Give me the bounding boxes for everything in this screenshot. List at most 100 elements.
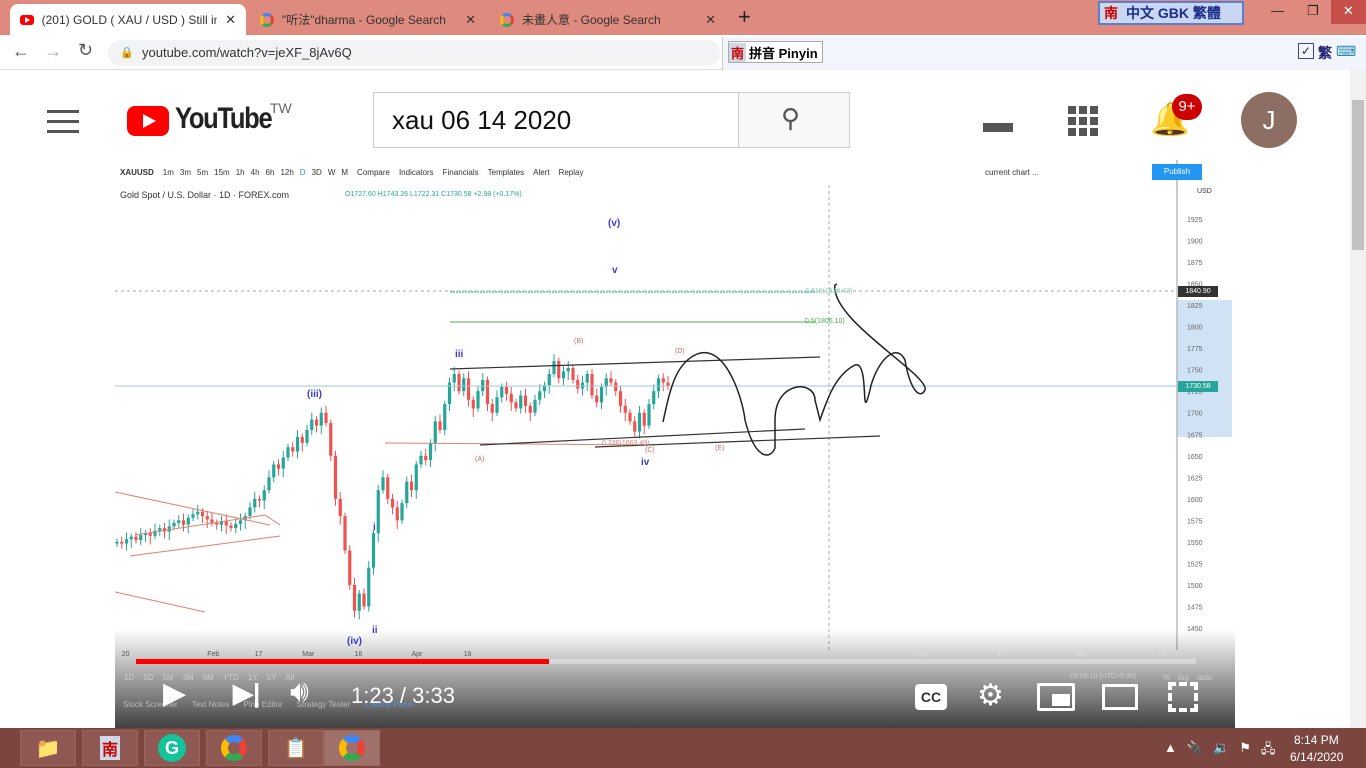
url-field[interactable]: 🔒 youtube.com/watch?v=jeXF_8jAv6Q (108, 40, 720, 66)
region-code: TW (270, 100, 292, 116)
wave-label: ii (372, 625, 378, 636)
y-tick: 1650 (1187, 454, 1203, 461)
forward-icon[interactable]: → (44, 41, 62, 62)
tv-scale-options: % log auto (1163, 673, 1212, 682)
taskbar-chrome-2[interactable] (206, 730, 262, 766)
taskbar-ime[interactable]: 南 (82, 730, 138, 766)
range-6M[interactable]: 6M (203, 673, 214, 682)
interval-4h[interactable]: 4h (251, 168, 260, 177)
scale-auto[interactable]: auto (1197, 673, 1213, 682)
tv-symbol[interactable]: XAUUSD (120, 168, 154, 177)
x-tick: 20 (121, 651, 130, 658)
close-tab-icon[interactable]: ✕ (705, 12, 716, 28)
interval-1h[interactable]: 1h (236, 168, 245, 177)
interval-M[interactable]: M (341, 168, 348, 177)
tab-google-1[interactable]: "听法"dharma - Google Search ✕ (250, 4, 486, 35)
action-center-flag-icon[interactable]: ⚑ (1239, 740, 1251, 762)
network-icon[interactable]: 🖧 (1261, 740, 1276, 762)
candle-body (504, 386, 509, 394)
interval-6h[interactable]: 6h (266, 168, 275, 177)
tv-replay[interactable]: Replay (559, 168, 584, 177)
ime-mode-label: 中文 GBK 繁體 (1126, 5, 1221, 21)
candle-body (205, 516, 209, 520)
close-window-button[interactable]: ✕ (1330, 0, 1366, 24)
candle-body (291, 447, 295, 452)
account-avatar[interactable]: J (1241, 92, 1297, 148)
traditional-toggle[interactable]: 繁 (1318, 43, 1332, 63)
taskbar-explorer[interactable]: 📁 (20, 730, 76, 766)
range-5D[interactable]: 5D (143, 673, 153, 682)
youtube-logo-icon[interactable] (127, 106, 169, 136)
candle-body (186, 517, 190, 525)
wave-label: iii (455, 349, 464, 360)
tv-financials[interactable]: Financials (443, 168, 479, 177)
volume-tray-icon[interactable]: 🔉 (1213, 740, 1229, 762)
scale-log[interactable]: log (1178, 673, 1189, 682)
taskbar-grammarly[interactable]: G (144, 730, 200, 766)
time-display: 1:23 / 3:33 (351, 683, 455, 708)
restore-button[interactable]: ❐ (1295, 0, 1330, 24)
captions-button[interactable]: CC (915, 684, 947, 710)
ime-logo: 南 (729, 42, 747, 62)
interval-3D[interactable]: 3D (312, 168, 322, 177)
range-5Y[interactable]: 5Y (267, 673, 277, 682)
close-tab-icon[interactable]: ✕ (465, 12, 476, 28)
tv-publish-button[interactable]: Publish (1152, 164, 1202, 180)
settings-gear-icon[interactable]: ⚙ (977, 678, 1004, 713)
create-video-icon[interactable]: ▬ (983, 106, 1013, 140)
range-1D[interactable]: 1D (124, 673, 134, 682)
volume-icon[interactable]: 🔊︎ (290, 675, 309, 709)
search-button[interactable]: ⚲ (738, 92, 850, 148)
tv-ohlc: O1727.60 H1743.26 L1722.31 C1730.58 +2.9… (345, 191, 522, 198)
y-tick: 1500 (1187, 583, 1203, 590)
interval-5m[interactable]: 5m (197, 168, 208, 177)
power-icon[interactable]: 🔌 (1187, 740, 1203, 762)
tv-templates[interactable]: Templates (488, 168, 524, 177)
youtube-favicon-icon (20, 14, 34, 25)
scale-percent[interactable]: % (1163, 673, 1170, 682)
interval-15m[interactable]: 15m (214, 168, 230, 177)
interval-12h[interactable]: 12h (280, 168, 293, 177)
ime-pinyin[interactable]: 南拼音 Pinyin (728, 41, 823, 63)
theater-mode-button[interactable] (1102, 684, 1138, 710)
play-button[interactable]: ▶ (163, 676, 186, 711)
candle-body (310, 419, 314, 430)
tv-compare[interactable]: Compare (357, 168, 390, 177)
checkbox-icon[interactable]: ✓ (1298, 43, 1314, 59)
progress-bar[interactable] (136, 659, 1196, 664)
reload-icon[interactable]: ↻ (78, 40, 93, 61)
scrollbar-thumb[interactable] (1352, 100, 1364, 250)
menu-icon[interactable] (47, 110, 79, 133)
tv-alert[interactable]: Alert (533, 168, 549, 177)
fullscreen-button[interactable] (1168, 682, 1198, 712)
miniplayer-button[interactable] (1037, 683, 1075, 711)
close-tab-icon[interactable]: ✕ (225, 12, 236, 28)
search-input[interactable]: xau 06 14 2020 (373, 92, 739, 148)
tv-indicators[interactable]: Indicators (399, 168, 434, 177)
taskbar-app[interactable]: 📋 (268, 730, 324, 766)
tab-google-2[interactable]: 未畫人意 - Google Search ✕ (490, 4, 726, 35)
apps-grid-icon[interactable] (1068, 106, 1098, 136)
minimize-button[interactable]: — (1260, 0, 1295, 24)
show-hidden-icons[interactable]: ▲ (1164, 740, 1177, 762)
next-button[interactable]: ▶| (233, 678, 260, 709)
tv-toolbar: XAUUSD 1m 3m 5m 15m 1h 4h 6h 12h D 3D W M Compare I… (120, 168, 583, 177)
page-scrollbar[interactable] (1350, 70, 1366, 728)
interval-D[interactable]: D (300, 168, 306, 177)
ime-toolbar[interactable]: 南中文 GBK 繁體 (1098, 1, 1244, 25)
youtube-logo-text[interactable]: YouTube (175, 102, 273, 136)
interval-1m[interactable]: 1m (163, 168, 174, 177)
tv-layout-name[interactable]: current chart ... (985, 168, 1039, 177)
back-icon[interactable]: ← (12, 41, 30, 62)
interval-3m[interactable]: 3m (180, 168, 191, 177)
tv-bottom-tab[interactable]: Text Notes (192, 700, 230, 709)
taskbar-chrome[interactable] (324, 730, 380, 766)
video-player[interactable]: 1925190018751850182518001775175017251700… (115, 160, 1235, 728)
candle-body (609, 378, 613, 383)
keyboard-icon[interactable]: ⌨ (1336, 43, 1356, 63)
interval-W[interactable]: W (328, 168, 336, 177)
tab-youtube[interactable]: (201) GOLD ( XAU / USD ) Still in ✕ (10, 4, 246, 35)
clock-date[interactable]: 6/14/2020 (1290, 750, 1343, 764)
new-tab-button[interactable]: + (738, 4, 751, 30)
clock-time[interactable]: 8:14 PM (1294, 733, 1339, 747)
